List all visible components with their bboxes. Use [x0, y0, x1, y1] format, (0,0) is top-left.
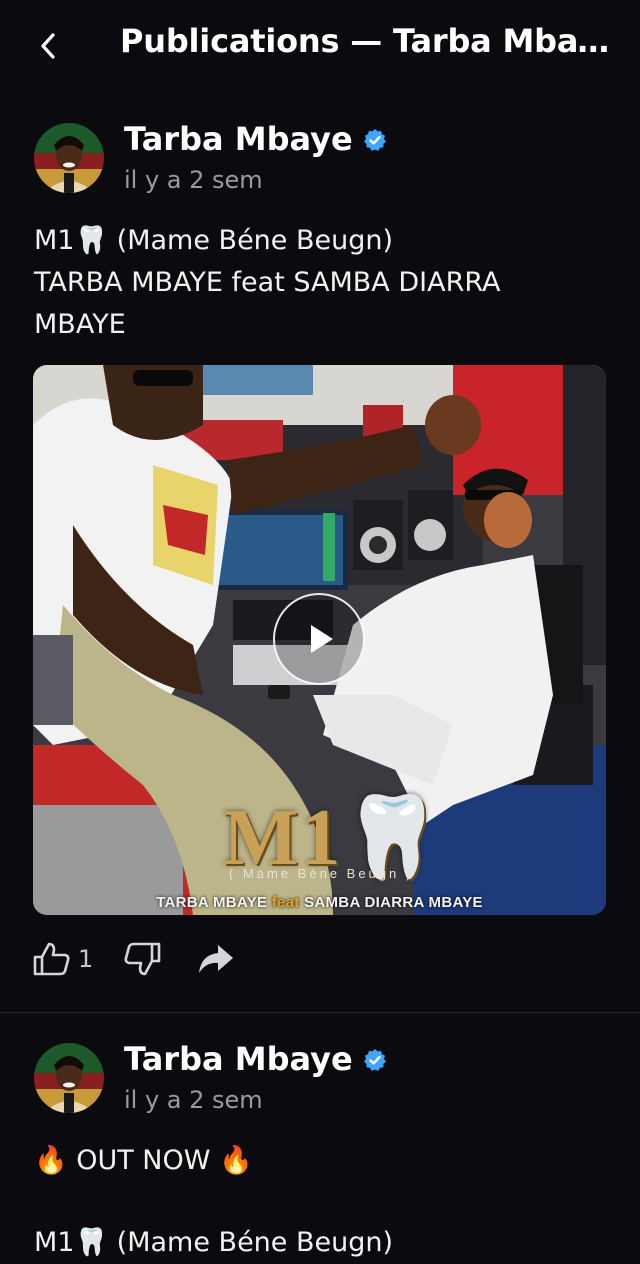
video-subtitle-overlay: ( Mame Bène Beugn ): [229, 866, 414, 881]
thumbs-down-icon: [124, 942, 161, 976]
post-text-line: [34, 1182, 614, 1222]
avatar[interactable]: [34, 123, 104, 193]
post-actions: 1: [0, 934, 640, 984]
post-body: 🔥 OUT NOW 🔥 M1🦷 (Mame Béne Beugn): [34, 1140, 614, 1264]
avatar[interactable]: [34, 1043, 104, 1113]
post-card: Tarba Mbaye il y a 2 sem M1🦷 (Mame Béne …: [0, 120, 640, 1000]
post-text-line: M1🦷 (Mame Béne Beugn): [34, 225, 394, 256]
top-app-bar: Publications — Tarba Mbaye: [0, 0, 640, 92]
post-text-line: MBAYE: [34, 309, 126, 340]
chevron-left-icon: [41, 33, 55, 59]
play-button[interactable]: [273, 593, 365, 685]
post-body: M1🦷 (Mame Béne Beugn) TARBA MBAYE feat S…: [34, 220, 614, 346]
post-timestamp: il y a 2 sem: [124, 1086, 263, 1114]
like-button[interactable]: 1: [32, 934, 93, 984]
dislike-button[interactable]: [122, 934, 162, 984]
post-text-line: 🔥 OUT NOW 🔥: [34, 1145, 253, 1176]
post-card: Tarba Mbaye il y a 2 sem 🔥 OUT NOW 🔥 M1🦷…: [0, 1040, 640, 1258]
caption-featured-artist: SAMBA DIARRA MBAYE: [299, 894, 483, 911]
share-button[interactable]: [196, 934, 236, 984]
play-icon: [311, 625, 333, 653]
page-title: Publications — Tarba Mbaye: [120, 22, 610, 60]
share-icon: [199, 945, 233, 973]
post-divider: [0, 1012, 640, 1013]
caption-feat: feat: [271, 894, 300, 911]
post-header: Tarba Mbaye il y a 2 sem: [0, 1040, 640, 1120]
post-timestamp: il y a 2 sem: [124, 166, 263, 194]
video-thumbnail[interactable]: M1🦷 ( Mame Bène Beugn ) TARBA MBAYE feat…: [33, 365, 606, 915]
post-text-line: M1🦷 (Mame Béne Beugn): [34, 1227, 394, 1258]
like-count: 1: [78, 945, 94, 973]
video-caption-overlay: TARBA MBAYE feat SAMBA DIARRA MBAYE: [33, 894, 606, 911]
post-header: Tarba Mbaye il y a 2 sem: [0, 120, 640, 200]
caption-artist: TARBA MBAYE: [156, 894, 272, 911]
verified-badge-icon: [364, 129, 386, 151]
back-button[interactable]: [28, 24, 68, 68]
author-name[interactable]: Tarba Mbaye: [124, 1040, 353, 1078]
post-text-line: TARBA MBAYE feat SAMBA DIARRA: [34, 267, 501, 298]
thumbs-up-icon: [33, 942, 70, 976]
verified-badge-icon: [364, 1049, 386, 1071]
author-name[interactable]: Tarba Mbaye: [124, 120, 353, 158]
